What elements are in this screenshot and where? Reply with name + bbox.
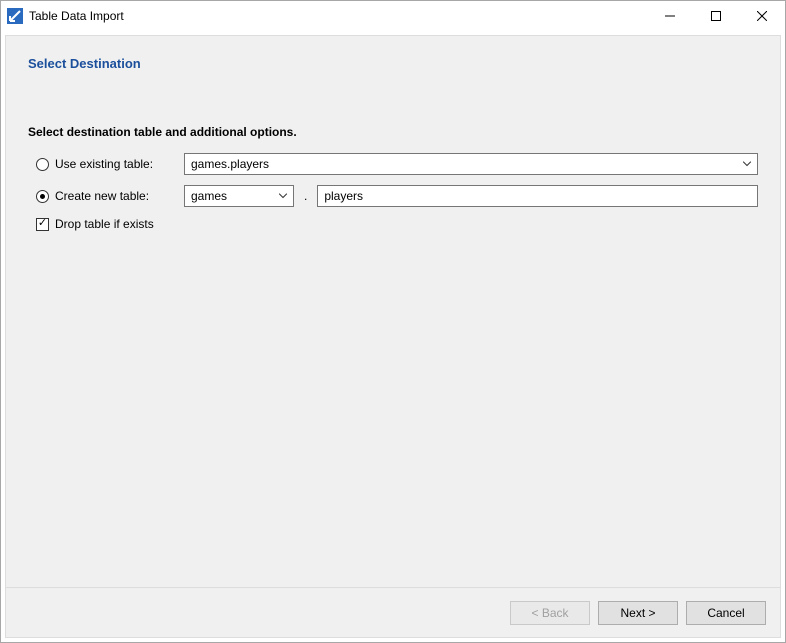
schema-value: games — [191, 189, 227, 203]
drop-if-exists-row[interactable]: Drop table if exists — [28, 217, 758, 231]
page-instruction: Select destination table and additional … — [28, 125, 758, 139]
app-icon — [7, 8, 23, 24]
chevron-down-icon — [743, 162, 751, 167]
create-new-radio-wrap[interactable]: Create new table: — [36, 189, 156, 203]
schema-table-separator: . — [304, 189, 307, 203]
use-existing-row: Use existing table: games.players — [28, 153, 758, 175]
drop-if-exists-label: Drop table if exists — [55, 217, 154, 231]
import-wizard-window: Table Data Import Select Destination Sel… — [0, 0, 786, 643]
next-button[interactable]: Next > — [598, 601, 678, 625]
close-button[interactable] — [739, 1, 785, 31]
maximize-button[interactable] — [693, 1, 739, 31]
drop-if-exists-checkbox[interactable] — [36, 218, 49, 231]
schema-select[interactable]: games — [184, 185, 294, 207]
window-title: Table Data Import — [29, 9, 124, 23]
window-controls — [647, 1, 785, 31]
cancel-button[interactable]: Cancel — [686, 601, 766, 625]
wizard-content: Select Destination Select destination ta… — [5, 35, 781, 588]
existing-table-select[interactable]: games.players — [184, 153, 758, 175]
table-name-input[interactable] — [317, 185, 758, 207]
use-existing-label: Use existing table: — [55, 157, 153, 171]
chevron-down-icon — [279, 194, 287, 199]
page-heading: Select Destination — [28, 56, 758, 71]
use-existing-radio-wrap[interactable]: Use existing table: — [36, 157, 156, 171]
existing-table-value: games.players — [191, 157, 269, 171]
use-existing-radio[interactable] — [36, 158, 49, 171]
create-new-radio[interactable] — [36, 190, 49, 203]
create-new-row: Create new table: games . — [28, 185, 758, 207]
wizard-footer: < Back Next > Cancel — [5, 588, 781, 638]
back-button: < Back — [510, 601, 590, 625]
titlebar: Table Data Import — [1, 1, 785, 31]
create-new-label: Create new table: — [55, 189, 149, 203]
minimize-button[interactable] — [647, 1, 693, 31]
